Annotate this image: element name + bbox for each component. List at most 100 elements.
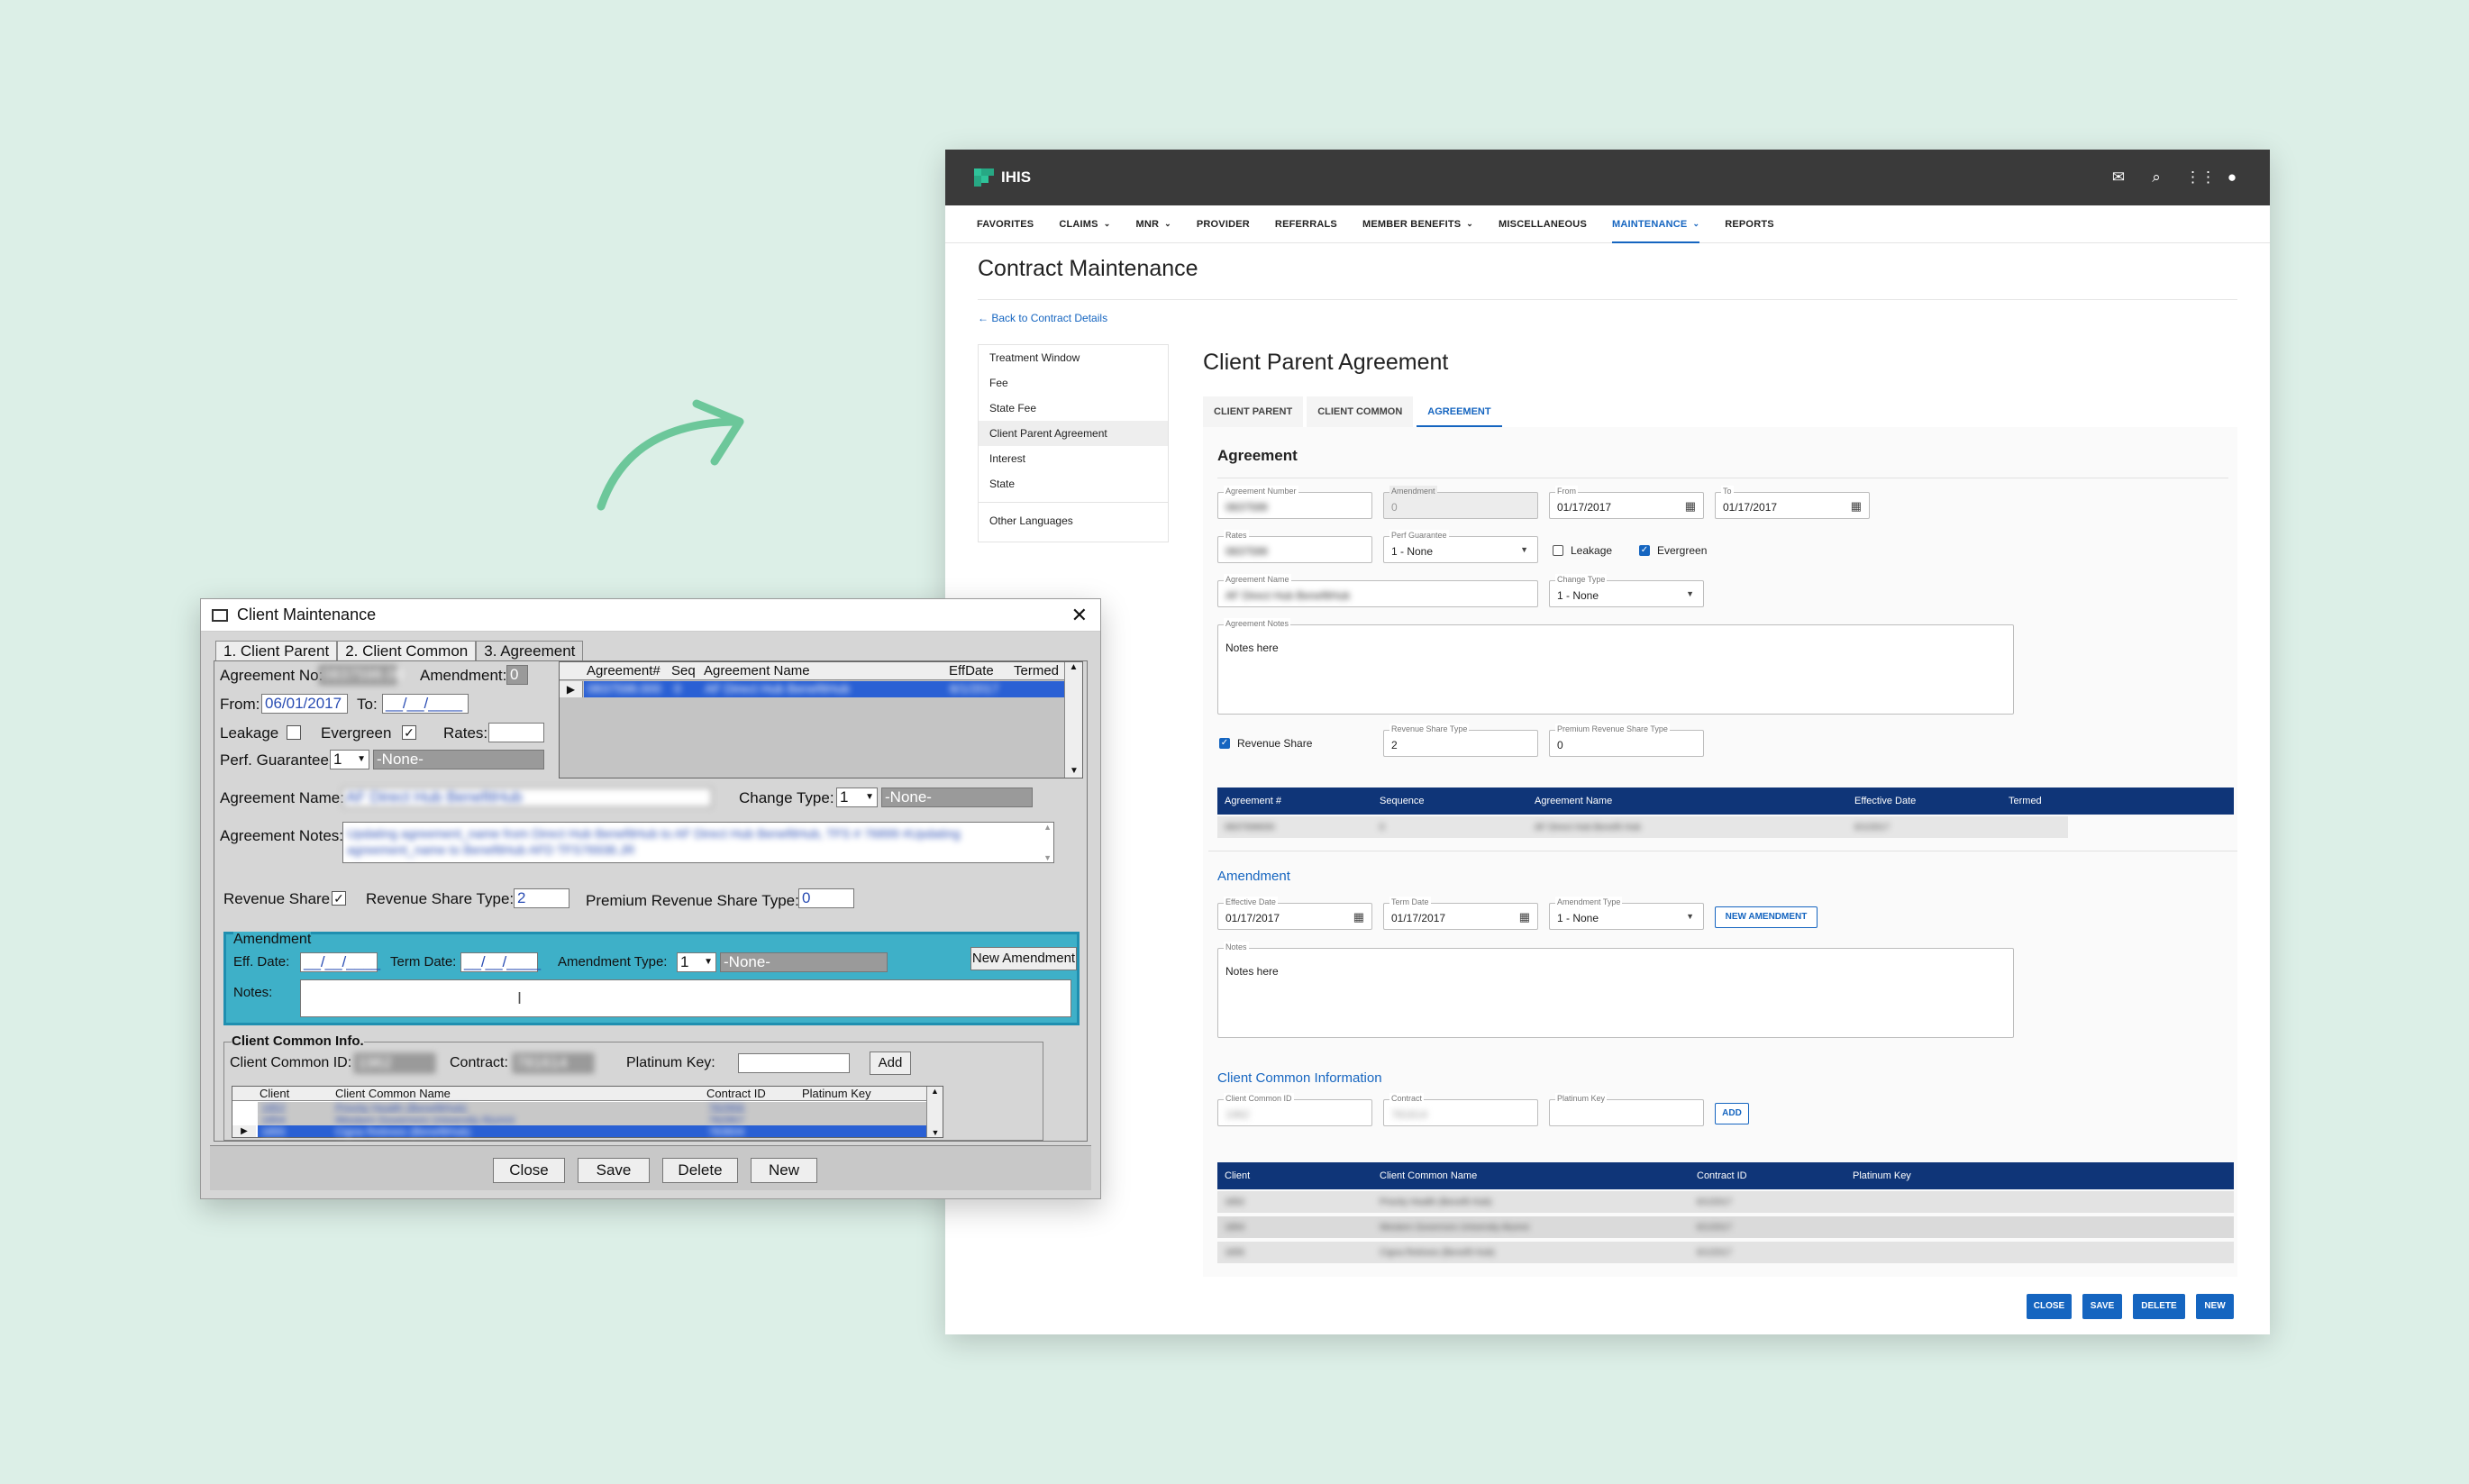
side-nav-item[interactable]: Treatment Window (979, 345, 1168, 370)
add-button[interactable]: ADD (1715, 1103, 1749, 1124)
legacy-save-button[interactable]: Save (578, 1158, 650, 1183)
amendment-type-select[interactable]: Amendment Type 1 - None ▼ (1549, 897, 1704, 930)
table-row[interactable]: 0837599000 0 AF Direct Hub Benefit Hub 6… (1217, 816, 2068, 838)
side-nav-item[interactable]: State Fee (979, 396, 1168, 421)
grid-selected-row[interactable]: 0837598.000 0 AF Direct Hub BenefitHub 6… (584, 681, 1065, 697)
calendar-icon[interactable]: ▦ (1353, 910, 1364, 924)
revenue-share-type-field[interactable]: 2 (514, 888, 569, 908)
nav-referrals[interactable]: REFERRALS (1275, 205, 1337, 243)
to-field[interactable]: __/__/____ (382, 694, 469, 714)
to-date-field[interactable]: To 01/17/2017 ▦ (1715, 486, 1870, 519)
legacy-tab-client-common[interactable]: 2. Client Common (337, 641, 477, 660)
nav-claims[interactable]: CLAIMS ⌄ (1059, 205, 1110, 243)
calendar-icon[interactable]: ▦ (1685, 499, 1696, 514)
rates-field[interactable] (488, 723, 544, 742)
checkbox-unchecked-icon[interactable] (1553, 545, 1563, 556)
term-date-field[interactable]: __/__/____ (460, 952, 541, 972)
legacy-tab-agreement[interactable]: 3. Agreement (476, 641, 584, 660)
nav-reports[interactable]: REPORTS (1725, 205, 1774, 243)
table-row[interactable]: 1855 Cigna Retirees (Benefit Hub) 6/1/20… (1217, 1242, 2234, 1263)
change-type-select[interactable]: 1 ▼ (836, 788, 878, 807)
revenue-share-checkbox[interactable]: ✓ (332, 891, 346, 906)
tab-client-common[interactable]: CLIENT COMMON (1307, 396, 1414, 427)
amendment-type-select[interactable]: 1 ▼ (677, 952, 716, 972)
change-type-select[interactable]: Change Type 1 - None ▼ (1549, 574, 1704, 607)
revenue-share-type-field[interactable]: Revenue Share Type 2 (1383, 724, 1538, 757)
agreement-name-field[interactable]: AF Direct Hub BenefitHub (342, 788, 712, 807)
search-icon[interactable]: ⌕ (2147, 168, 2165, 187)
platinum-key-field[interactable] (738, 1053, 850, 1073)
agreement-notes-textarea[interactable]: Updating agreement_name from Direct Hub … (342, 822, 1054, 863)
legacy-new-button[interactable]: New (751, 1158, 817, 1183)
leakage-checkbox[interactable]: Leakage (1553, 544, 1612, 557)
add-button[interactable]: Add (870, 1052, 911, 1075)
legacy-agreement-grid[interactable]: Agreement# Seq Agreement Name EffDate Te… (559, 661, 1083, 778)
legacy-close-button[interactable]: Close (493, 1158, 565, 1183)
new-amendment-button[interactable]: New Amendment (970, 947, 1077, 970)
scroll-up-icon[interactable]: ▲ (1043, 823, 1052, 832)
premium-revenue-share-type-field[interactable]: 0 (798, 888, 854, 908)
evergreen-checkbox[interactable]: ✓ Evergreen (1639, 544, 1707, 557)
side-nav-item[interactable]: Other Languages (979, 508, 1168, 533)
scrollbar[interactable]: ▲ ▼ (926, 1087, 943, 1137)
scroll-down-icon[interactable]: ▼ (927, 1128, 943, 1137)
scrollbar[interactable]: ▲ ▼ (1064, 662, 1082, 778)
legacy-tab-client-parent[interactable]: 1. Client Parent (215, 641, 338, 660)
side-nav-item[interactable]: State (979, 471, 1168, 496)
premium-revenue-share-type-field[interactable]: Premium Revenue Share Type 0 (1549, 724, 1704, 757)
new-amendment-button[interactable]: NEW AMENDMENT (1715, 906, 1818, 928)
calendar-icon[interactable]: ▦ (1519, 910, 1530, 924)
nav-favorites[interactable]: FAVORITES (977, 205, 1034, 243)
nav-member-benefits[interactable]: MEMBER BENEFITS ⌄ (1362, 205, 1473, 243)
tab-agreement[interactable]: AGREEMENT (1417, 396, 1502, 427)
side-nav-item[interactable]: Interest (979, 446, 1168, 471)
leakage-checkbox[interactable] (287, 725, 301, 740)
table-row[interactable]: 1854 Western Governors University Alumni… (258, 1114, 926, 1126)
agreement-name-field[interactable]: Agreement Name AF Direct Hub BenefitHub (1217, 574, 1538, 607)
scroll-up-icon[interactable]: ▲ (1065, 662, 1082, 672)
perf-guarantee-select[interactable]: Perf Guarantee 1 - None ▼ (1383, 530, 1538, 563)
from-date-field[interactable]: From 01/17/2017 ▦ (1549, 486, 1704, 519)
agreement-number-field[interactable]: Agreement Number 0837599 (1217, 486, 1372, 519)
term-date-field[interactable]: Term Date 01/17/2017 ▦ (1383, 897, 1538, 930)
legacy-delete-button[interactable]: Delete (662, 1158, 738, 1183)
platinum-key-field[interactable]: Platinum Key (1549, 1093, 1704, 1126)
nav-mnr[interactable]: MNR ⌄ (1135, 205, 1171, 243)
mail-icon[interactable]: ✉ (2109, 168, 2127, 187)
revenue-share-checkbox[interactable]: ✓ Revenue Share (1219, 737, 1312, 750)
legacy-client-common-grid[interactable]: Client Client Common Name Contract ID Pl… (232, 1086, 943, 1138)
from-field[interactable]: 06/01/2017 (261, 694, 348, 714)
amendment-notes-textarea[interactable]: I (300, 979, 1071, 1017)
perf-guarantee-select[interactable]: 1 ▼ (330, 750, 369, 769)
close-icon[interactable]: ✕ (1071, 604, 1088, 627)
table-row[interactable]: 1852 Priority Health (BenefitHub) 782956 (258, 1102, 926, 1115)
amendment-notes-textarea[interactable]: Notes Notes here (1217, 942, 2014, 1038)
table-row[interactable]: 1855 Cigna Retirees (BenefitHub) 783604 (258, 1125, 926, 1138)
eff-date-field[interactable]: __/__/____ (300, 952, 380, 972)
close-button[interactable]: CLOSE (2027, 1294, 2072, 1319)
brand-logo[interactable]: IHIS (974, 168, 1031, 187)
save-button[interactable]: SAVE (2082, 1294, 2122, 1319)
calendar-icon[interactable]: ▦ (1851, 499, 1862, 514)
apps-grid-icon[interactable]: ⋮⋮ (2185, 168, 2216, 187)
scroll-down-icon[interactable]: ▼ (1043, 853, 1052, 862)
agreement-notes-textarea[interactable]: Agreement Notes Notes here (1217, 618, 2014, 715)
side-nav-item[interactable]: Fee (979, 370, 1168, 396)
nav-maintenance[interactable]: MAINTENANCE ⌄ (1611, 205, 1700, 243)
back-link[interactable]: ← Back to Contract Details (978, 312, 1107, 324)
delete-button[interactable]: DELETE (2133, 1294, 2185, 1319)
effective-date-field[interactable]: Effective Date 01/17/2017 ▦ (1217, 897, 1372, 930)
scroll-down-icon[interactable]: ▼ (1065, 766, 1083, 776)
nav-miscellaneous[interactable]: MISCELLANEOUS (1499, 205, 1587, 243)
checkbox-checked-icon[interactable]: ✓ (1219, 738, 1230, 749)
scroll-up-icon[interactable]: ▲ (927, 1087, 943, 1096)
rates-field[interactable]: Rates 0837599 (1217, 530, 1372, 563)
user-icon[interactable]: ● (2223, 168, 2241, 187)
new-button[interactable]: NEW (2196, 1294, 2234, 1319)
tab-client-parent[interactable]: CLIENT PARENT (1203, 396, 1304, 427)
checkbox-checked-icon[interactable]: ✓ (1639, 545, 1650, 556)
evergreen-checkbox[interactable]: ✓ (402, 725, 416, 740)
table-row[interactable]: 1854 Western Governors University Alumni… (1217, 1216, 2234, 1238)
side-nav-item-active[interactable]: Client Parent Agreement (979, 421, 1168, 446)
table-row[interactable]: 1852 Priority Health (Benefit Hub) 6/1/2… (1217, 1191, 2234, 1213)
